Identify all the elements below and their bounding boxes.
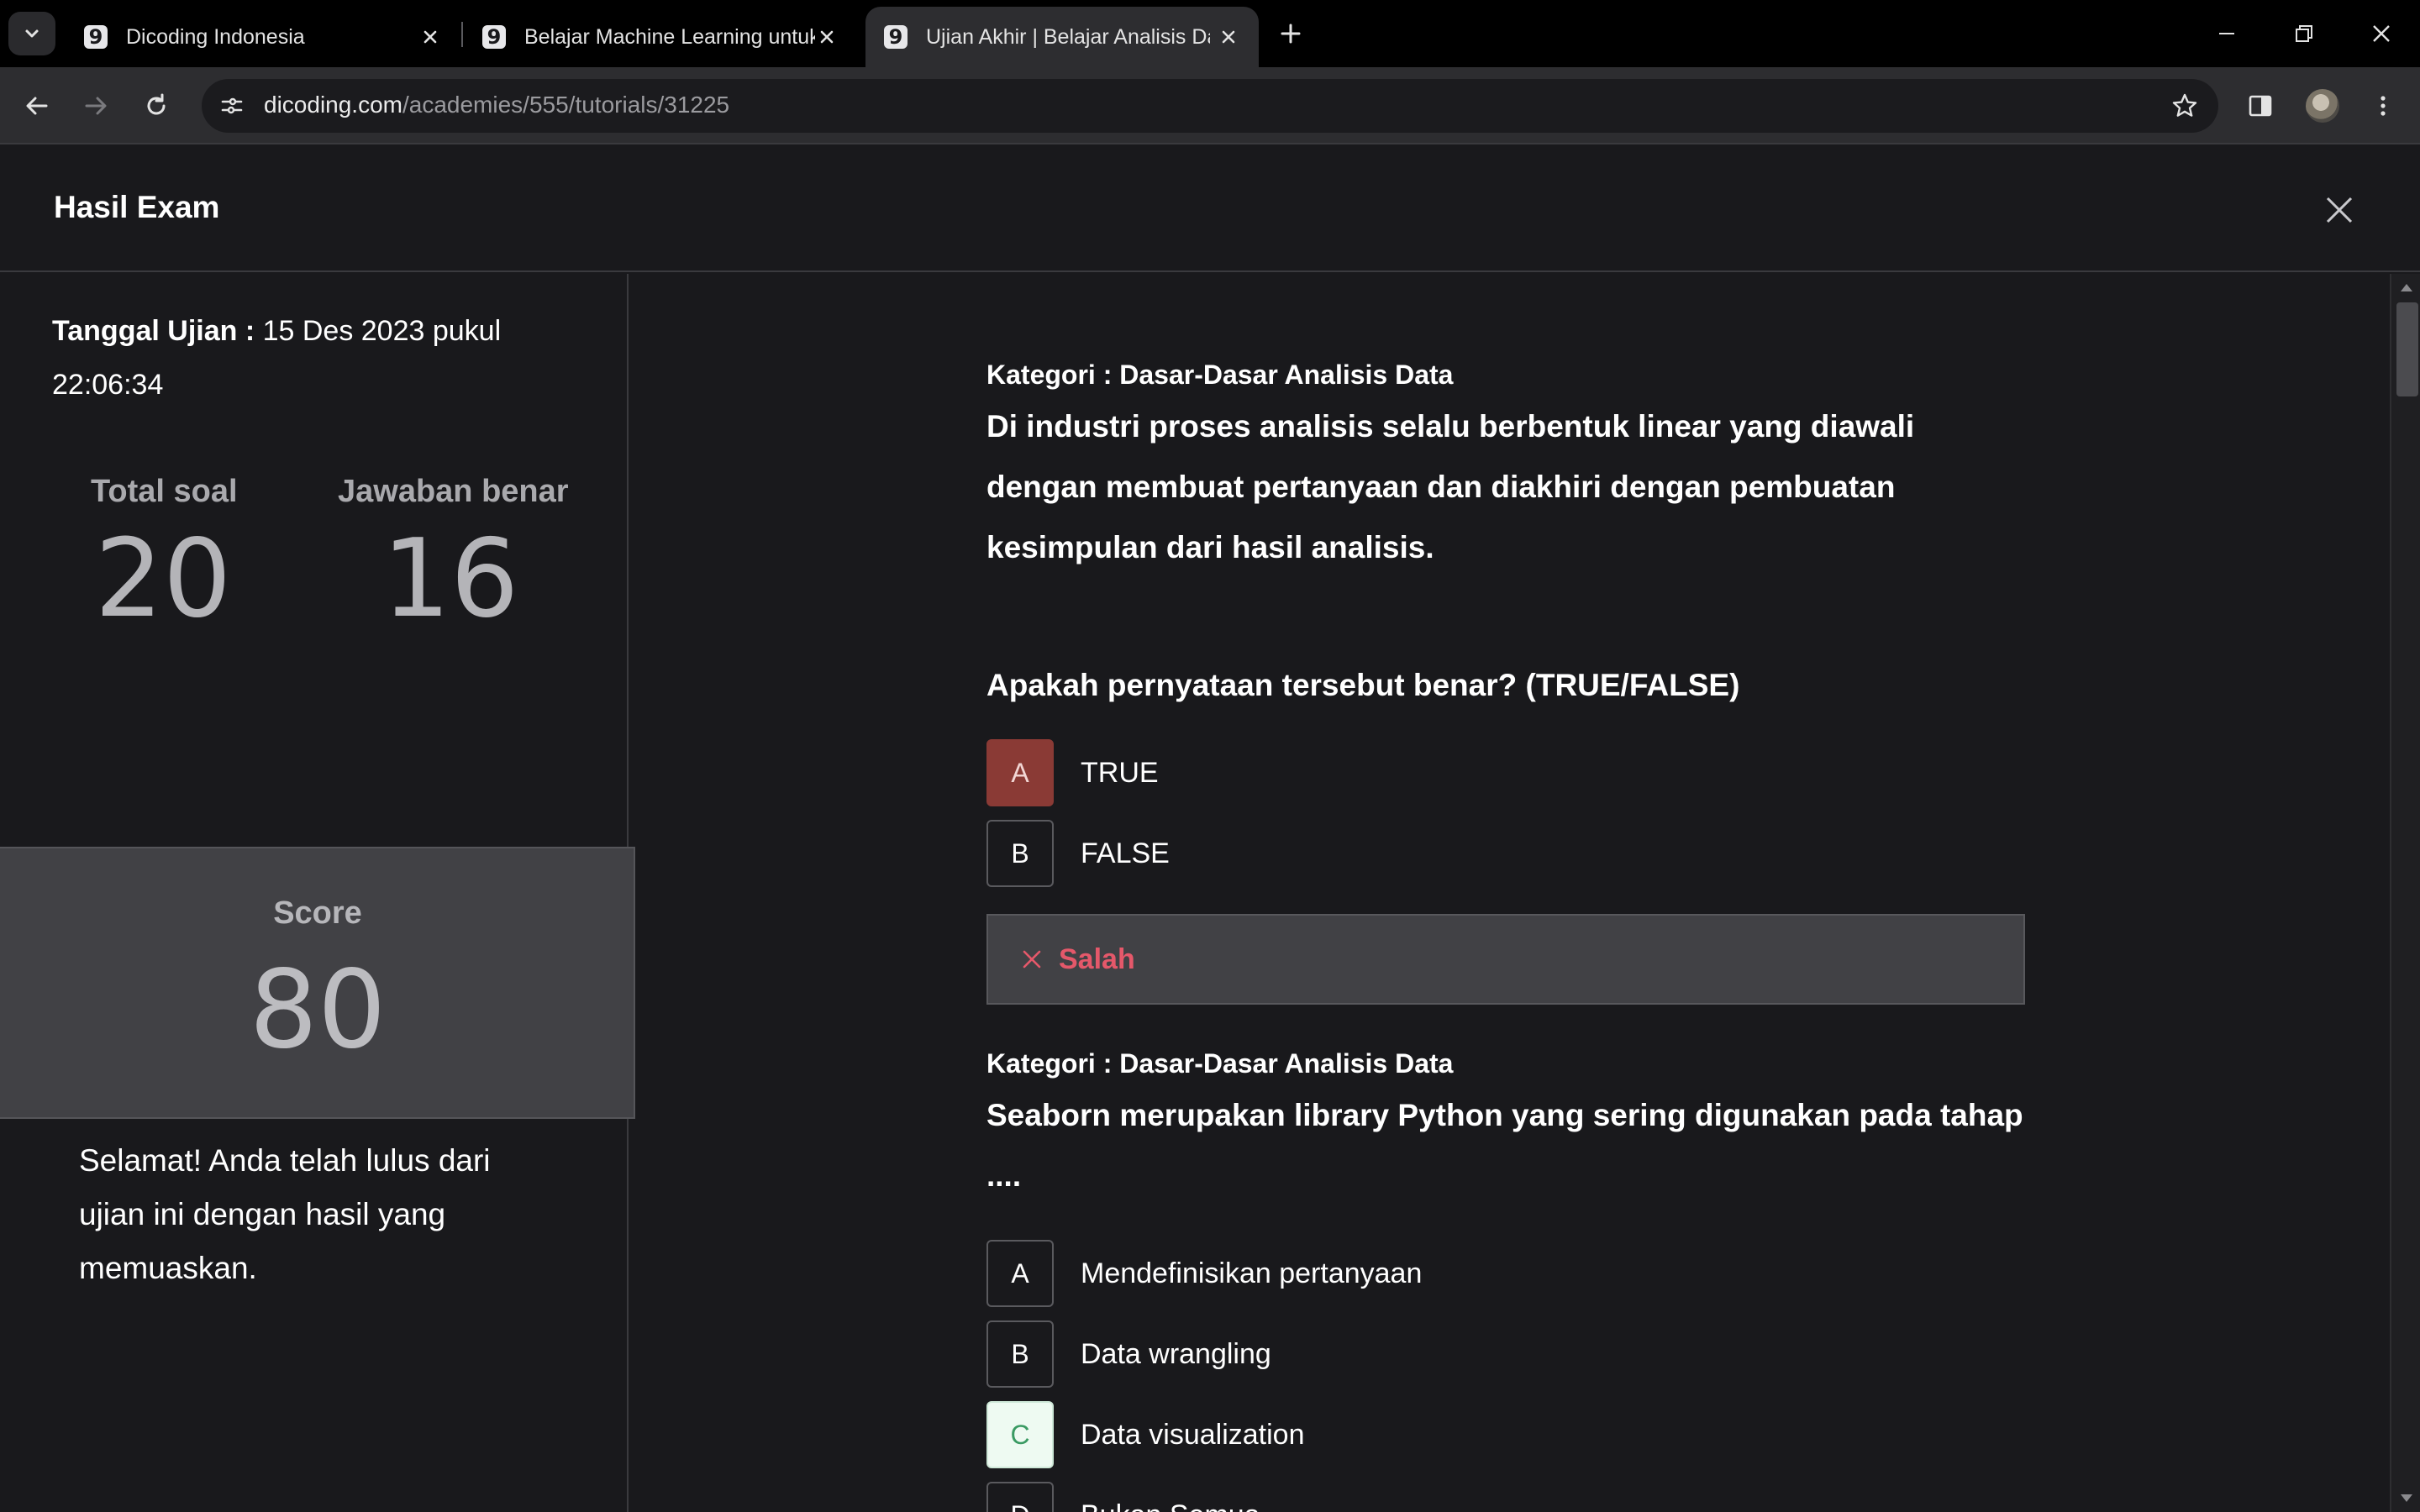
option-text: Data wrangling (1081, 1337, 1271, 1370)
question-category: Kategori : Dasar-Dasar Analisis Data (986, 1048, 1454, 1079)
option-text: Data visualization (1081, 1418, 1305, 1451)
browser-menu-button[interactable] (2361, 84, 2405, 128)
scrollbar-thumb[interactable] (2396, 302, 2418, 396)
site-settings-icon[interactable] (217, 91, 247, 121)
question-category: Kategori : Dasar-Dasar Analisis Data (986, 360, 1454, 390)
dicoding-logo-icon: 9 (482, 25, 506, 49)
close-icon (2373, 25, 2390, 42)
answer-option-c: C Data visualization (986, 1401, 2025, 1468)
tab-belajar-machine-learning[interactable]: 9 Belajar Machine Learning untuk (464, 7, 857, 67)
score-value: 80 (249, 948, 387, 1073)
answer-option-b: B Data wrangling (986, 1320, 2025, 1388)
restore-icon (2296, 25, 2312, 42)
question-text: Di industri proses analisis selalu berbe… (986, 409, 1915, 564)
correct-answers-value: 16 (381, 517, 519, 642)
dicoding-logo-icon: 9 (84, 25, 108, 49)
tab-separator (461, 22, 463, 47)
option-letter: D (986, 1482, 1054, 1512)
tab-ujian-akhir[interactable]: 9 Ujian Akhir | Belajar Analisis Dat (865, 7, 1259, 67)
url-host: dicoding.com (264, 92, 402, 118)
browser-tab-strip: 9 Dicoding Indonesia 9 Belajar Machine L… (0, 0, 2420, 67)
tab-title: Ujian Akhir | Belajar Analisis Dat (926, 24, 1210, 49)
side-panel-button[interactable] (2238, 84, 2282, 128)
plus-icon (1281, 24, 1301, 44)
tab-title: Belajar Machine Learning untuk (524, 24, 815, 49)
bookmark-star-icon[interactable] (2168, 89, 2202, 123)
total-questions-label: Total soal (91, 474, 238, 509)
exam-date: Tanggal Ujian : 15 Des 2023 pukul 22:06:… (52, 304, 590, 412)
option-letter: B (986, 820, 1054, 887)
tab-title: Dicoding Indonesia (126, 24, 305, 49)
exam-result-page: Hasil Exam Tanggal Ujian : 15 Des 2023 p… (0, 146, 2420, 1512)
arrow-right-icon (85, 97, 107, 115)
question-card: Kategori : Dasar-Dasar Analisis Data Di … (986, 358, 2025, 1005)
arrow-left-icon (26, 97, 48, 115)
pass-message: Selamat! Anda telah lulus dari ujian ini… (79, 1143, 491, 1285)
score-box: Score 80 (0, 847, 635, 1119)
browser-toolbar: dicoding.com/academies/555/tutorials/312… (0, 67, 2420, 144)
chevron-down-icon (25, 29, 39, 38)
close-tab-icon[interactable] (418, 25, 442, 49)
restore-button[interactable] (2279, 12, 2329, 55)
page-header: Hasil Exam (0, 146, 2420, 272)
option-text: Bukan Semua (1081, 1499, 1260, 1512)
answer-option-d: D Bukan Semua (986, 1482, 2025, 1512)
answer-option-b: B FALSE (986, 820, 2025, 887)
option-text: TRUE (1081, 756, 1159, 789)
total-questions-stat: Total soal 20 (91, 474, 238, 643)
question-text: Seaborn merupakan library Python yang se… (986, 1098, 2023, 1193)
close-icon (2326, 197, 2353, 223)
profile-button[interactable] (2301, 84, 2344, 128)
url-text: dicoding.com/academies/555/tutorials/312… (264, 92, 729, 118)
option-letter: A (986, 1240, 1054, 1307)
close-page-button[interactable] (2319, 190, 2360, 230)
answer-option-a: A TRUE (986, 739, 2025, 806)
close-tab-icon[interactable] (815, 25, 839, 49)
side-panel-icon (2249, 95, 2272, 117)
avatar (2306, 89, 2339, 123)
tab-search-button[interactable] (8, 12, 55, 55)
page-title: Hasil Exam (54, 190, 220, 224)
close-tab-icon[interactable] (1217, 25, 1240, 49)
option-text: Mendefinisikan pertanyaan (1081, 1257, 1423, 1289)
minimize-icon (2219, 33, 2234, 34)
reload-icon (147, 93, 166, 115)
tab-dicoding-indonesia[interactable]: 9 Dicoding Indonesia (66, 7, 460, 67)
correct-answers-stat: Jawaban benar 16 (338, 474, 569, 643)
minimize-button[interactable] (2202, 12, 2252, 55)
page-scrollbar[interactable] (2390, 274, 2420, 1512)
score-label: Score (273, 895, 362, 931)
option-letter-correct: C (986, 1401, 1054, 1468)
option-text: FALSE (1081, 837, 1170, 869)
question-review: Kategori : Dasar-Dasar Analisis Data Di … (630, 274, 2390, 1512)
answer-option-a: A Mendefinisikan pertanyaan (986, 1240, 2025, 1307)
dicoding-logo-icon: 9 (884, 25, 908, 49)
question-card: Kategori : Dasar-Dasar Analisis Data Sea… (986, 1047, 2025, 1512)
result-summary-sidebar: Tanggal Ujian : 15 Des 2023 pukul 22:06:… (0, 274, 635, 1512)
correct-answers-label: Jawaban benar (338, 474, 569, 509)
option-letter: B (986, 1320, 1054, 1388)
back-button[interactable] (15, 84, 59, 128)
answer-result-text: Salah (1059, 942, 1135, 975)
scroll-down-arrow-icon[interactable] (2398, 1492, 2415, 1505)
new-tab-button[interactable] (1267, 15, 1314, 52)
question-prompt: Apakah pernyataan tersebut benar? (TRUE/… (986, 668, 1740, 702)
exam-date-label: Tanggal Ujian : (52, 315, 255, 347)
forward-button[interactable] (74, 84, 118, 128)
url-path: /academies/555/tutorials/31225 (402, 92, 730, 118)
wrong-x-icon (1018, 946, 1045, 973)
total-questions-value: 20 (94, 517, 232, 642)
close-window-button[interactable] (2356, 12, 2407, 55)
more-vert-icon (2381, 96, 2386, 116)
reload-button[interactable] (134, 84, 178, 128)
option-letter-selected-wrong: A (986, 739, 1054, 806)
address-bar[interactable]: dicoding.com/academies/555/tutorials/312… (202, 79, 2218, 133)
answer-result-box: Salah (986, 914, 2025, 1005)
scroll-up-arrow-icon[interactable] (2398, 281, 2415, 294)
